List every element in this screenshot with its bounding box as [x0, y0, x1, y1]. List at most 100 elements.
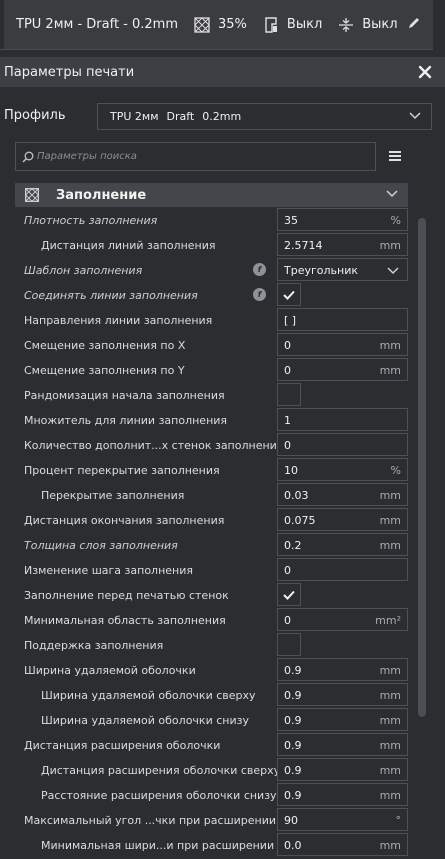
setting-label: Дистанция расширения оболочки [24, 739, 221, 752]
setting-input[interactable]: 0.9 mm [277, 783, 408, 806]
setting-unit: mm [379, 239, 401, 252]
setting-value: 10 [284, 464, 298, 477]
setting-unit: mm [379, 514, 401, 527]
print-setup-summary-bar[interactable]: TPU 2мм - Draft - 0.2mm 35% Выкл Выкл [0, 0, 445, 50]
setting-label: Смещение заполнения по Y [24, 364, 185, 377]
setting-row: Изменение шага заполнения 0 [0, 557, 445, 582]
setting-value: 1 [284, 414, 291, 427]
setting-value: 0.9 [284, 764, 302, 777]
setting-label: Изменение шага заполнения [24, 564, 193, 577]
setting-label: Расстояние расширения оболочки снизу [41, 789, 277, 802]
setting-value: Треугольник [284, 264, 358, 277]
chevron-down-icon [387, 267, 399, 275]
setting-row: Поддержка заполнения [0, 632, 445, 657]
setting-input[interactable]: 1 [277, 408, 408, 431]
setting-input[interactable]: 0.9 mm [277, 758, 408, 781]
setting-row: Процент перекрытие заполнения 10% [0, 457, 445, 482]
setting-unit: mm² [375, 614, 401, 627]
setting-value: 0.0 [284, 839, 302, 852]
setting-input[interactable]: 35% [277, 208, 408, 231]
setting-label: Множитель для линии заполнения [24, 414, 228, 427]
adhesion-icon [339, 17, 354, 32]
setting-label: Шаблон заполнения [24, 264, 143, 277]
setting-label: Количество дополнит...х стенок заполнени… [24, 439, 284, 452]
setting-value: 0.9 [284, 689, 302, 702]
edit-icon[interactable] [407, 16, 421, 30]
setting-unit: mm [379, 364, 401, 377]
setting-input[interactable]: 0 mm [277, 358, 408, 381]
setting-input[interactable]: 0.03 mm [277, 483, 408, 506]
setting-row: Ширина удаляемой оболочки снизу 0.9 mm [0, 707, 445, 732]
setting-input[interactable]: 0 [277, 558, 408, 581]
setting-label: Соединять линии заполнения [24, 289, 198, 302]
function-icon[interactable]: f [253, 263, 266, 276]
profile-material: TPU 2мм [110, 110, 159, 123]
close-icon[interactable] [415, 62, 435, 82]
setting-input[interactable]: 0 [277, 433, 408, 456]
setting-input[interactable]: 10% [277, 458, 408, 481]
setting-input[interactable]: 0.9 mm [277, 733, 408, 756]
category-title: Заполнение [56, 187, 147, 203]
setting-label: Ширина удаляемой оболочки [24, 664, 196, 677]
setting-unit: mm [379, 489, 401, 502]
setting-input[interactable]: 90 ° [277, 808, 408, 831]
setting-label: Ширина удаляемой оболочки сверху [41, 689, 256, 702]
profile-select[interactable]: TPU 2мм Draft 0.2mm [97, 103, 432, 130]
setting-label: Рандомизация начала заполнения [24, 389, 225, 402]
panel-title: Параметры печати [4, 64, 135, 80]
setting-unit: mm [379, 739, 401, 752]
setting-checkbox[interactable] [277, 383, 301, 406]
setting-checkbox[interactable] [277, 283, 301, 306]
setting-unit: % [390, 464, 401, 477]
setting-input[interactable]: 0.2 mm [277, 533, 408, 556]
setting-row: Дистанция линий заполнения 2.5714 mm [0, 232, 445, 257]
category-infill[interactable]: Заполнение [15, 183, 408, 207]
setting-value: 90 [284, 814, 298, 827]
setting-checkbox[interactable] [277, 633, 301, 656]
setting-input[interactable]: 2.5714 mm [277, 233, 408, 256]
setting-label: Минимальная шири...и при расширении [41, 839, 275, 852]
setting-input[interactable]: 0.9 mm [277, 658, 408, 681]
chevron-down-icon [409, 112, 421, 120]
setting-unit: mm [379, 539, 401, 552]
setting-label: Заполнение перед печатью стенок [24, 589, 229, 602]
settings-search-box[interactable] [15, 142, 376, 171]
menu-icon[interactable] [388, 149, 402, 163]
setting-input[interactable]: 0 mm² [277, 608, 408, 631]
setting-value: 35 [284, 214, 298, 227]
setting-input[interactable]: 0.9 mm [277, 708, 408, 731]
setting-label: Минимальная область заполнения [24, 614, 226, 627]
setting-unit: % [390, 214, 401, 227]
setting-row: Расстояние расширения оболочки снизу 0.9 m… [0, 782, 445, 807]
setting-unit: mm [379, 764, 401, 777]
setting-row: Направления линии заполнения [ ] [0, 307, 445, 332]
setting-input[interactable]: 0.075 mm [277, 508, 408, 531]
adhesion-summary-value: Выкл [362, 17, 398, 32]
checkmark-icon [283, 590, 295, 600]
search-icon [22, 151, 34, 163]
setting-row: Дистанция расширения оболочки 0.9 mm [0, 732, 445, 757]
setting-row: Дистанция окончания заполнения 0.075 mm [0, 507, 445, 532]
setting-checkbox[interactable] [277, 583, 301, 606]
setting-value: 0.03 [284, 489, 309, 502]
setting-row: Количество дополнит...х стенок заполнени… [0, 432, 445, 457]
setting-value: 0.9 [284, 664, 302, 677]
setting-label: Плотность заполнения [24, 214, 158, 227]
function-icon[interactable]: f [253, 288, 266, 301]
setting-row: Перекрытие заполнения 0.03 mm [0, 482, 445, 507]
setting-input[interactable]: 0.0 mm [277, 833, 408, 856]
setting-input[interactable]: [ ] [277, 308, 408, 331]
setting-row: Ширина удаляемой оболочки сверху 0.9 mm [0, 682, 445, 707]
setting-input[interactable]: 0 mm [277, 333, 408, 356]
search-input[interactable] [37, 151, 357, 162]
setting-row: Заполнение перед печатью стенок [0, 582, 445, 607]
chevron-down-icon [386, 190, 398, 198]
setting-unit: ° [395, 814, 402, 827]
support-summary-value: Выкл [286, 17, 323, 32]
setting-input[interactable]: 0.9 mm [277, 683, 408, 706]
setting-dropdown[interactable]: Треугольник [277, 258, 408, 281]
settings-list: Плотность заполнения 35% Дистанция линий з… [0, 207, 445, 857]
setting-label: Толщина слоя заполнения [24, 539, 178, 552]
left-edge [0, 0, 4, 49]
setting-unit: mm [379, 789, 401, 802]
